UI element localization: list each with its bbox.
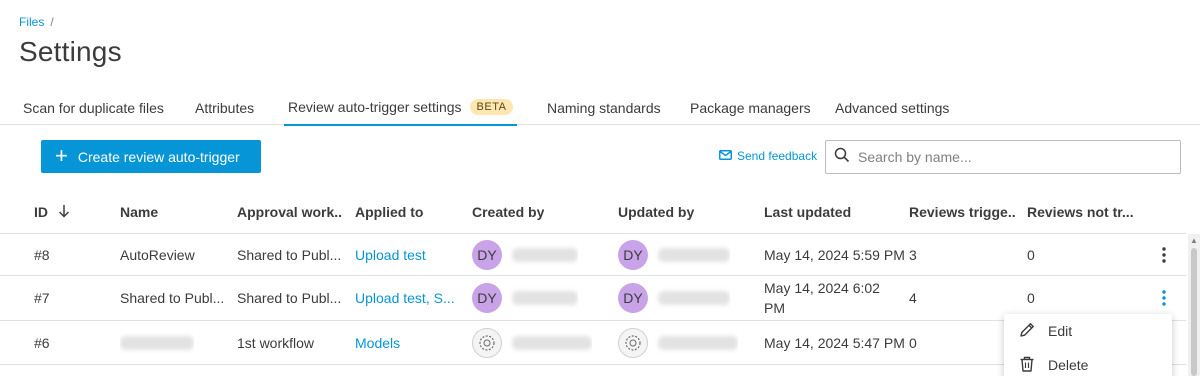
settings-tabs: Scan for duplicate files Attributes Revi… (0, 92, 1200, 126)
beta-badge: BETA (469, 99, 514, 115)
search-box (825, 140, 1181, 174)
cell-last-updated: May 14, 2024 6:02 PM (764, 280, 880, 316)
redacted-name (658, 335, 738, 350)
redacted-name (512, 335, 592, 350)
menu-item-label: Delete (1048, 357, 1089, 373)
create-button-label: Create review auto-trigger (77, 148, 240, 165)
column-header-approval-workflow[interactable]: Approval work... (237, 190, 342, 234)
sort-arrow-down-icon (58, 204, 70, 221)
tab-label: Review auto-trigger settings (288, 99, 462, 115)
avatar (472, 327, 502, 358)
menu-item-edit[interactable]: Edit (1004, 314, 1172, 348)
more-actions-icon[interactable] (1162, 234, 1166, 275)
cell-reviews-triggered: 3 (909, 246, 917, 263)
cell-updated-by: DY (618, 276, 730, 320)
cell-last-updated: May 14, 2024 5:59 PM (764, 246, 905, 263)
cell-name (120, 321, 194, 364)
pencil-icon (1018, 321, 1036, 342)
column-header-updated-by[interactable]: Updated by (618, 190, 694, 234)
cell-applied-to-link[interactable]: Upload test (355, 234, 426, 275)
cell-updated-by (618, 321, 738, 364)
search-input[interactable] (858, 149, 1168, 165)
tab-label: Package managers (690, 99, 811, 116)
cell-name: AutoReview (120, 246, 195, 263)
avatar (618, 327, 648, 358)
mail-icon (719, 149, 732, 163)
redacted-name (658, 291, 730, 305)
redacted-name (512, 291, 578, 305)
table-header: ID Name Approval work... Applied to Crea… (0, 190, 1186, 234)
create-review-auto-trigger-button[interactable]: + Create review auto-trigger (41, 140, 261, 173)
tab-scan-duplicates[interactable]: Scan for duplicate files (23, 92, 164, 125)
column-header-applied-to[interactable]: Applied to (355, 190, 423, 234)
cell-approval-workflow: Shared to Publ... (237, 246, 342, 263)
avatar: DY (472, 283, 502, 313)
scroll-up-arrow-icon[interactable]: ▲ (1190, 236, 1198, 245)
column-header-created-by[interactable]: Created by (472, 190, 544, 234)
cell-reviews-triggered: 0 (909, 334, 917, 351)
avatar: DY (618, 283, 648, 313)
scrollbar-thumb[interactable] (1191, 248, 1197, 376)
tab-attributes[interactable]: Attributes (195, 92, 254, 125)
tab-label: Scan for duplicate files (23, 99, 164, 116)
cell-reviews-triggered: 4 (909, 290, 917, 306)
trash-icon (1018, 355, 1036, 376)
column-header-reviews-triggered[interactable]: Reviews trigge... (909, 190, 1015, 234)
cell-id: #6 (34, 334, 50, 351)
tab-review-auto-trigger[interactable]: Review auto-trigger settings BETA (284, 92, 518, 126)
plus-icon: + (55, 142, 68, 168)
avatar: DY (472, 239, 502, 270)
column-header-id[interactable]: ID (34, 190, 70, 234)
cell-last-updated: May 14, 2024 5:47 PM (764, 334, 905, 351)
table-row[interactable]: #8 AutoReview Shared to Publ... Upload t… (0, 234, 1186, 276)
column-header-name[interactable]: Name (120, 190, 158, 234)
tab-label: Naming standards (547, 99, 661, 116)
avatar: DY (618, 239, 648, 270)
cell-approval-workflow: Shared to Publ... (237, 290, 342, 306)
cell-approval-workflow: 1st workflow (237, 334, 315, 351)
menu-item-label: Edit (1048, 323, 1073, 339)
tab-label: Advanced settings (835, 99, 950, 116)
redacted-name (512, 247, 578, 262)
column-header-label: ID (34, 204, 48, 220)
cell-id: #8 (34, 246, 50, 263)
cell-applied-to-link[interactable]: Upload test, S... (355, 276, 455, 320)
cell-created-by: DY (472, 234, 578, 275)
column-header-last-updated[interactable]: Last updated (764, 190, 851, 234)
vertical-scrollbar[interactable]: ▲ (1188, 234, 1200, 376)
cell-created-by: DY (472, 276, 578, 320)
tab-naming-standards[interactable]: Naming standards (547, 92, 661, 125)
search-icon (834, 147, 850, 168)
breadcrumb: Files / (19, 15, 54, 29)
tab-package-managers[interactable]: Package managers (690, 92, 811, 125)
column-header-reviews-not-triggered[interactable]: Reviews not tr... (1027, 190, 1133, 234)
cell-applied-to-link[interactable]: Models (355, 321, 400, 364)
send-feedback-link[interactable]: Send feedback (719, 149, 817, 163)
cell-reviews-not-triggered: 0 (1027, 246, 1035, 263)
tab-advanced-settings[interactable]: Advanced settings (835, 92, 949, 125)
page-title: Settings (19, 36, 122, 67)
breadcrumb-files-link[interactable]: Files (19, 15, 44, 29)
cell-id: #7 (34, 290, 50, 306)
cell-created-by (472, 321, 592, 364)
row-actions-menu: Edit Delete (1004, 314, 1172, 376)
redacted-name (658, 247, 730, 262)
menu-item-delete[interactable]: Delete (1004, 348, 1172, 376)
redacted-name (120, 335, 194, 350)
feedback-label: Send feedback (737, 149, 818, 163)
cell-name: Shared to Publ... (120, 290, 225, 306)
tab-label: Attributes (195, 99, 255, 116)
breadcrumb-separator: / (50, 15, 54, 29)
cell-updated-by: DY (618, 234, 730, 275)
